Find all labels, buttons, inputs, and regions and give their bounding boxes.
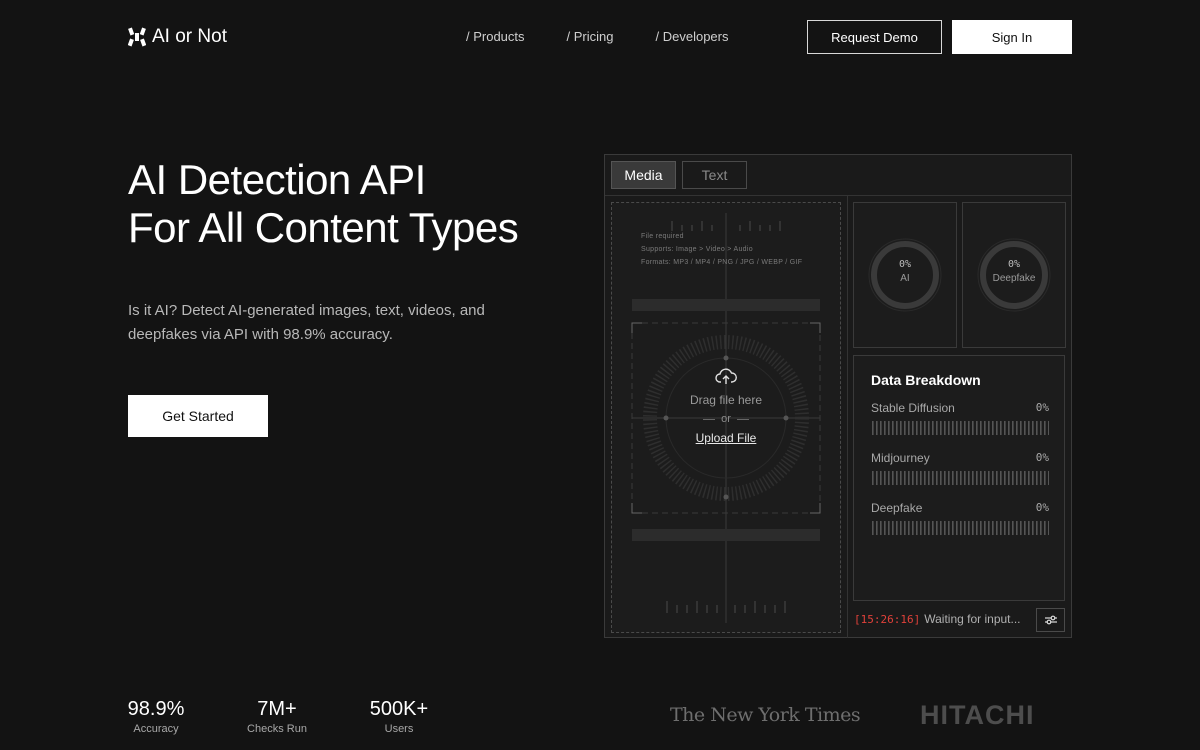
breakdown-value: 0% (1035, 401, 1049, 414)
logo-icon (128, 27, 146, 47)
breakdown-bar (871, 471, 1050, 485)
upload-dropzone[interactable]: File required Supports: Image > Video > … (611, 202, 841, 633)
detection-demo-panel: Media Text File required Supports: Image… (604, 154, 1072, 638)
deepfake-gauge-label: Deepfake (992, 273, 1036, 284)
breakdown-value: 0% (1035, 451, 1049, 464)
stat-label: Users (384, 723, 414, 735)
breakdown-bar (871, 421, 1050, 435)
tab-text[interactable]: Text (682, 161, 747, 189)
tab-media[interactable]: Media (611, 161, 676, 189)
supports-label: Supports: Image > Video > Audio (641, 246, 753, 253)
hitachi-logo: HITACHI (920, 700, 1035, 730)
status-line: [15:26:16] Waiting for input... (854, 612, 1021, 626)
hero-title: AI Detection API For All Content Types (128, 156, 519, 252)
breakdown-bar (871, 521, 1050, 535)
request-demo-button[interactable]: Request Demo (807, 20, 942, 54)
settings-button[interactable] (1036, 608, 1065, 632)
or-separator: or (612, 413, 840, 425)
nav-link-products[interactable]: / Products (466, 29, 525, 44)
nav-link-developers[interactable]: / Developers (656, 29, 729, 44)
or-text: or (721, 413, 731, 425)
nav-link-pricing[interactable]: / Pricing (567, 29, 614, 44)
breakdown-value: 0% (1035, 501, 1049, 514)
logo[interactable]: AI or Not (128, 26, 227, 48)
stat-value: 98.9% (127, 698, 185, 720)
sign-in-button[interactable]: Sign In (952, 20, 1072, 54)
stats-row: 98.9% Accuracy 7M+ Checks Run 500K+ User… (128, 698, 431, 735)
top-navigation: AI or Not / Products / Pricing / Develop… (0, 0, 1200, 74)
logo-text: AI or Not (152, 26, 227, 47)
stat-checks: 7M+ Checks Run (242, 698, 312, 735)
nyt-logo: The New York Times (670, 704, 861, 726)
ai-gauge-value: 0% (898, 259, 912, 270)
tick-bar-graphic (872, 421, 1050, 435)
status-message: Waiting for input... (924, 612, 1021, 626)
breakdown-row-midjourney: Midjourney 0% (871, 451, 1050, 485)
status-time: [15:26:16] (854, 613, 921, 626)
formats-label: Formats: MP3 / MP4 / PNG / JPG / WEBP / … (641, 259, 803, 266)
breakdown-name: Midjourney (871, 451, 930, 465)
tick-bar-graphic (872, 471, 1050, 485)
ai-gauge-label: AI (900, 273, 910, 284)
data-breakdown-title: Data Breakdown (871, 372, 981, 388)
breakdown-row-stable-diffusion: Stable Diffusion 0% (871, 401, 1050, 435)
upload-file-link[interactable]: Upload File (612, 431, 840, 445)
breakdown-name: Deepfake (871, 501, 923, 515)
file-required-label: File required (641, 233, 684, 240)
data-breakdown: Data Breakdown Stable Diffusion 0% Midjo… (853, 355, 1065, 601)
stat-label: Accuracy (133, 723, 179, 735)
hero-title-line1: AI Detection API (128, 156, 426, 203)
deepfake-gauge-value: 0% (1007, 259, 1021, 270)
hero-title-line2: For All Content Types (128, 204, 519, 251)
panel-divider (847, 196, 848, 638)
panel-tabs: Media Text (611, 161, 747, 189)
tab-divider (605, 195, 1071, 196)
cloud-upload-icon (715, 368, 737, 384)
breakdown-name: Stable Diffusion (871, 401, 955, 415)
breakdown-row-deepfake: Deepfake 0% (871, 501, 1050, 535)
drag-file-text: Drag file here (689, 393, 763, 407)
get-started-button[interactable]: Get Started (128, 395, 268, 437)
ai-gauge: 0% AI (853, 202, 957, 348)
tick-bar-graphic (872, 521, 1050, 535)
stat-value: 7M+ (257, 698, 297, 720)
deepfake-gauge: 0% Deepfake (962, 202, 1066, 348)
stat-value: 500K+ (369, 698, 429, 720)
hero-description: Is it AI? Detect AI-generated images, te… (128, 302, 485, 343)
stat-users: 500K+ Users (367, 698, 431, 735)
nav-links: / Products / Pricing / Developers (466, 29, 770, 44)
sliders-icon (1044, 615, 1057, 625)
stat-accuracy: 98.9% Accuracy (127, 698, 185, 735)
stat-label: Checks Run (247, 723, 307, 735)
